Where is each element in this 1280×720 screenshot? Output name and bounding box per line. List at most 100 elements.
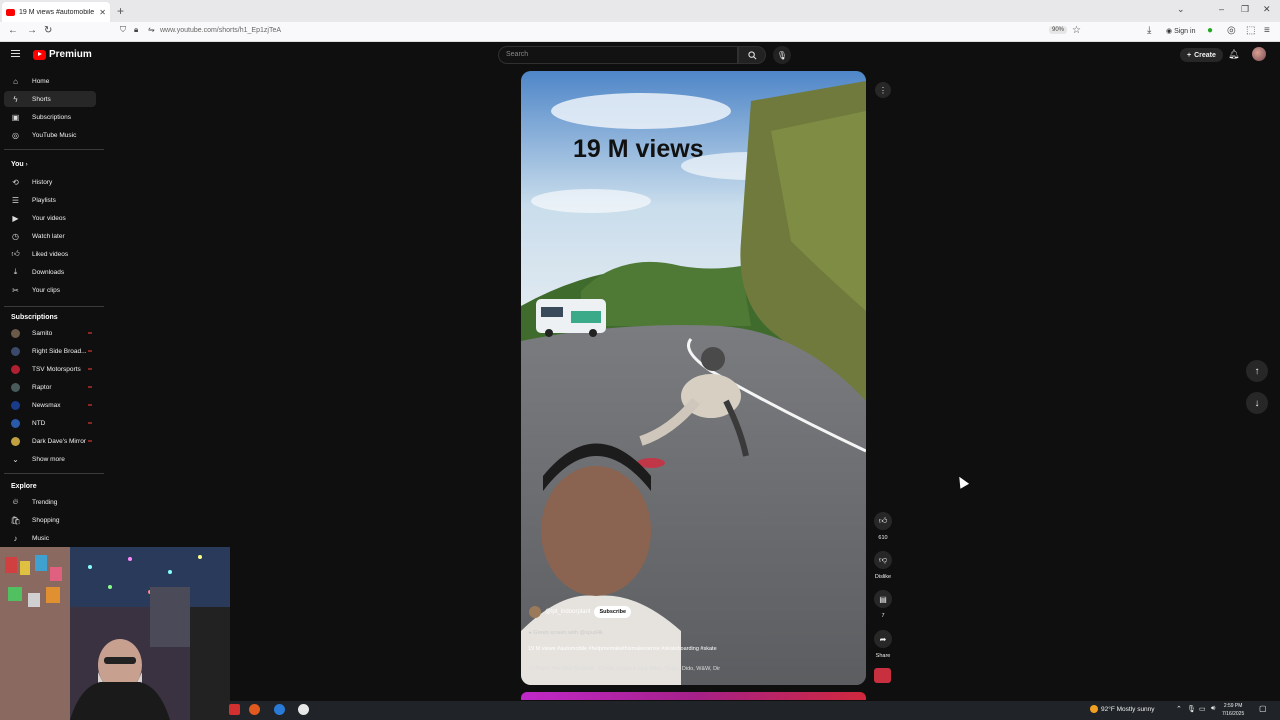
sidebar-item-shorts[interactable]: ϟ Shorts [4,91,96,107]
next-short-preview[interactable] [521,692,866,700]
video-description[interactable]: 19 M views #automobile #helpmemakethisma… [528,645,758,654]
channel-avatar[interactable] [529,606,541,618]
music-icon: ◎ [12,130,19,140]
more-options-button[interactable]: ⋮ [875,82,891,98]
close-window-icon[interactable]: ✕ [1263,4,1271,15]
new-tab-icon[interactable]: + [117,4,124,18]
browser-tab[interactable]: 19 M views #automobile # ✕ [2,2,110,22]
clock-date: 7/16/2025 [1222,711,1245,717]
bookmark-star-icon[interactable]: ☆ [1072,25,1081,36]
sidebar-item-your-videos[interactable]: ▶ Your videos [4,210,96,226]
music-credit[interactable]: ♫ Thank You (Not So Bad) · Dimitri Vegas… [529,666,720,672]
close-tab-icon[interactable]: ✕ [99,8,106,17]
comments-action[interactable]: ▤ 7 [873,590,893,619]
sidebar-item-label: Shorts [32,95,51,103]
sidebar-item-downloads[interactable]: ⤓ Downloads [4,264,96,280]
download-icon: ⤓ [13,267,18,276]
music-credit-label: Thank You (Not So Bad) · Dimitri Vegas &… [534,666,721,672]
user-avatar[interactable] [1252,47,1266,61]
reload-icon[interactable]: ↻ [44,25,52,36]
zoom-level[interactable]: 90% [1049,26,1068,34]
chrome-taskbar-icon[interactable] [274,704,285,715]
back-icon[interactable]: ← [8,25,18,36]
network-icon[interactable]: ▭ [1199,705,1206,713]
share-action[interactable]: ➦ Share [873,630,893,659]
url-field[interactable]: www.youtube.com/shorts/h1_Ep1zjTeA [160,27,281,34]
obs-taskbar-icon[interactable] [298,704,309,715]
browser-menu-icon[interactable]: ≡ [1264,25,1270,36]
notification-center-icon[interactable]: ▢ [1259,704,1267,713]
sidebar-item-trending[interactable]: 🔥︎ Trending [4,494,96,510]
sidebar-item-playlists[interactable]: ☰ Playlists [4,192,96,208]
search-input[interactable]: Search [498,46,738,64]
extension-icon[interactable]: ● [1207,25,1213,36]
sidebar-item-raptor[interactable]: Raptor [4,379,96,395]
weather-widget[interactable]: 92°F Mostly sunny [1090,705,1155,713]
channel-name[interactable]: @ipt_indoorplant [545,609,590,615]
sign-in-button[interactable]: ◉ Sign in [1166,27,1195,35]
sidebar-item-shopping[interactable]: 🛍︎ Shopping [4,512,96,528]
microphone-tray-icon[interactable]: 🎙︎ [1187,705,1196,713]
sidebar-item-subscriptions[interactable]: ▣ Subscriptions [4,109,96,125]
subscribe-button[interactable]: Subscribe [594,606,632,618]
sidebar-item-home[interactable]: ⌂ Home [4,73,96,89]
show-more-button[interactable]: ⌄ Show more [4,451,96,467]
new-content-dot [88,422,92,424]
you-heading-label: You [11,161,24,168]
next-short-button[interactable]: ↓ [1246,392,1268,414]
thumbs-down-icon[interactable]: 👎︎ [874,551,892,569]
sidebar-item-label: History [32,178,53,186]
sidebar-item-samito[interactable]: Samito [4,325,96,341]
sidebar-item-your-clips[interactable]: ✂ Your clips [4,282,96,298]
minimize-icon[interactable]: – [1219,4,1224,14]
sidebar-item-youtube-music[interactable]: ◎ YouTube Music [4,127,96,143]
youtube-logo[interactable]: Premium [33,49,92,60]
voice-search-button[interactable]: 🎙︎ [773,46,791,64]
account-icon[interactable]: ◎ [1227,25,1236,36]
music-note-icon: ♪ [13,533,18,543]
sidebar-item-liked-videos[interactable]: 👍︎ Liked videos [4,246,96,262]
firefox-taskbar-icon[interactable] [249,704,260,715]
arrow-down-icon: ↓ [1254,397,1260,409]
channel-row: @ipt_indoorplant Subscribe [529,606,632,618]
scissors-icon: ✂ [12,285,19,295]
sidebar-item-music[interactable]: ♪ Music [4,530,96,546]
sidebar-item-newsmax[interactable]: Newsmax [4,397,96,413]
subscriptions-icon: ▣ [11,112,20,122]
remix-thumbnail[interactable] [874,668,891,683]
tab-list-icon[interactable]: ⌄ [1177,4,1185,15]
previous-short-button[interactable]: ↑ [1246,360,1268,382]
sidebar-item-label: Playlists [32,196,56,204]
sidebar-item-tsv-motorsports[interactable]: TSV Motorsports [4,361,96,377]
clock[interactable]: 2:59 PM 7/16/2025 [1222,702,1244,718]
notifications-bell-icon[interactable]: 🔔︎ [1228,49,1239,60]
forward-icon[interactable]: → [27,25,37,36]
search-button[interactable] [738,46,766,64]
sidebar-item-ntd[interactable]: NTD [4,415,96,431]
hamburger-menu-icon[interactable] [11,50,20,57]
extensions-icon[interactable]: ⬚ [1246,25,1255,36]
share-icon[interactable]: ➦ [874,630,892,648]
volume-icon[interactable]: 🔊︎ [1211,705,1215,713]
like-action[interactable]: 👍︎ 610 [873,512,893,541]
create-button[interactable]: + Create [1180,48,1223,62]
shield-icon[interactable]: ⛉ [120,25,126,35]
short-video-player[interactable]: 19 M views @ipt_indoorplant Subscribe ▸ … [521,71,866,685]
sidebar-item-watch-later[interactable]: ◷ Watch later [4,228,96,244]
new-content-dot [88,386,92,388]
thumbs-up-icon[interactable]: 👍︎ [874,512,892,530]
dislike-action[interactable]: 👎︎ Dislike [873,551,893,580]
sidebar-item-history[interactable]: ⟲ History [4,174,96,190]
sidebar-item-label: Home [32,77,50,85]
you-heading[interactable]: You › [11,161,28,168]
tray-chevron-icon[interactable]: ⌃ [1176,705,1182,713]
permissions-icon[interactable]: ⇋ [148,25,155,34]
downloads-icon[interactable]: ⤓ [1147,25,1151,36]
green-screen-credit[interactable]: ▸ Green screen with @spud4k [529,630,603,636]
sidebar-item-right-side-broad[interactable]: Right Side Broad... [4,343,96,359]
taskbar-app-icon[interactable] [229,704,240,715]
arrow-up-icon: ↑ [1254,365,1260,377]
comment-icon[interactable]: ▤ [874,590,892,608]
restore-icon[interactable]: ❐ [1241,4,1249,15]
sidebar-item-dark-dave-s-mirror[interactable]: Dark Dave's Mirror [4,433,96,449]
